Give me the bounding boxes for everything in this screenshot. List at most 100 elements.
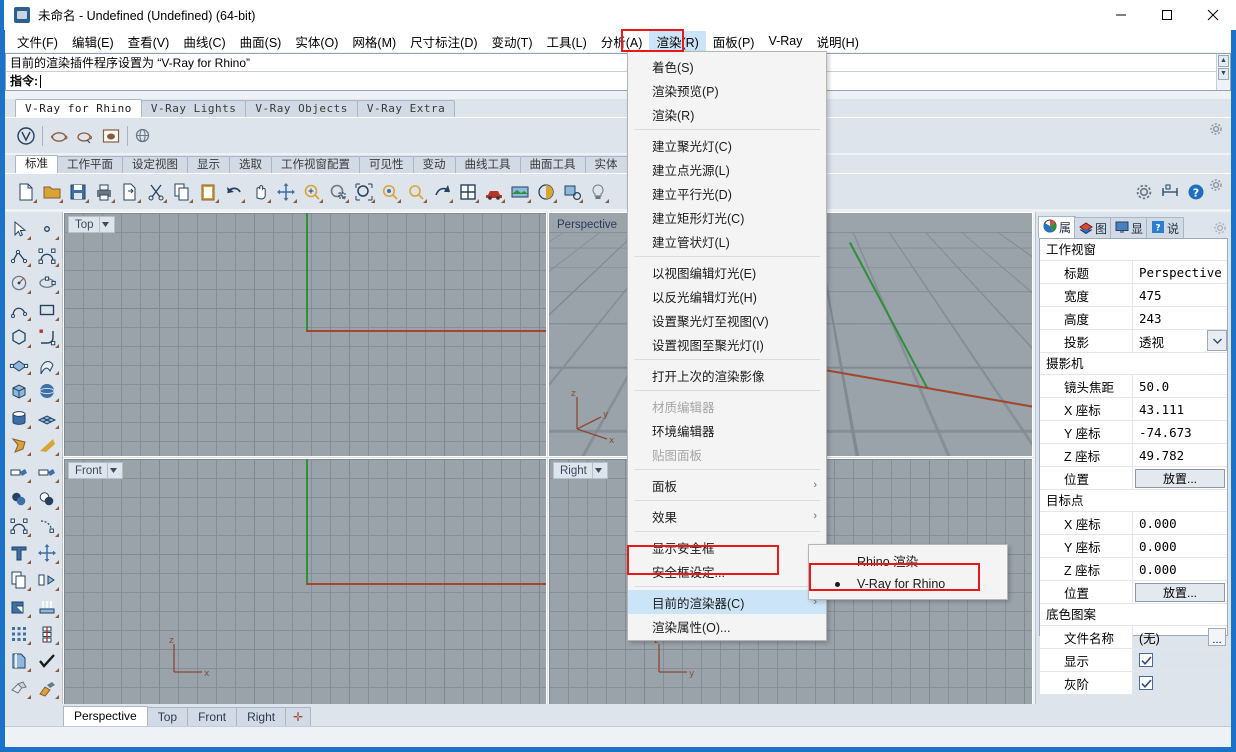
render-menu-item-10[interactable]: 以视图编辑灯光(E)	[628, 260, 826, 284]
toolbar-tab-6[interactable]: 可见性	[359, 156, 414, 173]
vray-toolbar-gear-icon[interactable]	[1209, 122, 1223, 136]
curve-from-object-icon[interactable]	[33, 512, 61, 539]
sphere-icon[interactable]	[33, 377, 61, 404]
minimize-icon[interactable]	[1098, 0, 1144, 30]
panel-row-value[interactable]: 透视	[1133, 330, 1227, 352]
cylinder-icon[interactable]	[5, 404, 33, 431]
toolbar-tab-10[interactable]: 实体	[585, 156, 628, 173]
render-menu-item-15[interactable]: 打开上次的渲染影像	[628, 363, 826, 387]
render-menu-item-6[interactable]: 建立平行光(D)	[628, 181, 826, 205]
render-car-icon[interactable]	[481, 179, 507, 205]
move-icon[interactable]	[273, 179, 299, 205]
open-file-icon[interactable]	[39, 179, 65, 205]
vray-render-icon[interactable]	[13, 123, 39, 149]
undo-icon[interactable]	[221, 179, 247, 205]
extrude-icon[interactable]	[33, 593, 61, 620]
boolean-union-icon[interactable]	[5, 485, 33, 512]
render-paint-icon[interactable]	[33, 674, 61, 701]
top-viewport[interactable]: Top y x	[63, 212, 547, 457]
menu-0[interactable]: 文件(F)	[10, 31, 65, 51]
toolbar-tab-8[interactable]: 曲线工具	[455, 156, 521, 173]
toolbar-tab-2[interactable]: 设定视图	[122, 156, 188, 173]
dimension-icon[interactable]	[1157, 179, 1183, 205]
command-scrollbar[interactable]: ▲ ▼	[1216, 54, 1230, 90]
viewport-tab-0[interactable]: Perspective	[63, 706, 148, 726]
panel-row-value[interactable]: 243	[1133, 307, 1227, 329]
renderer-submenu-item-0[interactable]: Rhino 渲染	[809, 548, 1007, 572]
right-panel-tab-0[interactable]: 属	[1038, 216, 1076, 238]
toolbar-tab-3[interactable]: V-Ray Extra	[357, 100, 455, 117]
render-menu-item-11[interactable]: 以反光编辑灯光(H)	[628, 284, 826, 308]
menu-1[interactable]: 编辑(E)	[65, 31, 121, 51]
checkbox[interactable]	[1139, 676, 1153, 690]
render-menu-item-12[interactable]: 设置聚光灯至视图(V)	[628, 308, 826, 332]
layer-icon[interactable]	[5, 647, 33, 674]
panel-row-value[interactable]: 43.111	[1133, 398, 1227, 420]
render-menu-item-29[interactable]: 渲染属性(O)...	[628, 614, 826, 638]
right-panel-tab-2[interactable]: 显	[1110, 217, 1148, 238]
panel-row-value[interactable]: 49.782	[1133, 444, 1227, 466]
toolbar-tab-5[interactable]: 工作视窗配置	[271, 156, 360, 173]
maximize-icon[interactable]	[1144, 0, 1190, 30]
check-icon[interactable]	[33, 647, 61, 674]
viewport-tab-1[interactable]: Top	[147, 707, 188, 726]
chevron-down-icon[interactable]	[107, 463, 120, 478]
options-gear-icon[interactable]	[1131, 179, 1157, 205]
toolbar-tab-0[interactable]: V-Ray for Rhino	[15, 99, 142, 117]
add-viewport-tab[interactable]: ✛	[285, 707, 311, 726]
render-menu-item-13[interactable]: 设置视图至聚光灯(I)	[628, 332, 826, 356]
save-file-icon[interactable]	[65, 179, 91, 205]
panel-row-value[interactable]: 475	[1133, 284, 1227, 306]
scale-icon[interactable]	[5, 593, 33, 620]
menu-5[interactable]: 实体(O)	[288, 31, 345, 51]
copy-object-icon[interactable]	[5, 566, 33, 593]
render-menu-item-26[interactable]: 安全框设定...	[628, 559, 826, 583]
trim-icon[interactable]	[5, 458, 33, 485]
main-toolbar-gear-icon[interactable]	[1209, 178, 1223, 192]
close-icon[interactable]	[1190, 0, 1236, 30]
right-panel-tab-3[interactable]: ?说	[1146, 217, 1184, 238]
help-icon[interactable]: ?	[1183, 179, 1209, 205]
menu-7[interactable]: 尺寸标注(D)	[403, 31, 484, 51]
toolbar-tab-9[interactable]: 曲面工具	[520, 156, 586, 173]
front-viewport-label[interactable]: Front	[68, 462, 123, 479]
panel-row-value[interactable]: Perspective	[1133, 261, 1227, 283]
panel-row-value[interactable]: (无)...	[1133, 626, 1227, 648]
toolbar-tab-2[interactable]: V-Ray Objects	[245, 100, 358, 117]
mesh-icon[interactable]	[33, 404, 61, 431]
boolean-diff-icon[interactable]	[33, 485, 61, 512]
select-arrow-icon[interactable]	[5, 215, 33, 242]
zoom-extents-icon[interactable]	[403, 179, 429, 205]
render-preview-icon[interactable]	[507, 179, 533, 205]
menu-12[interactable]: 面板(P)	[706, 31, 762, 51]
chevron-down-icon[interactable]	[99, 217, 112, 232]
polyline-icon[interactable]	[5, 242, 33, 269]
render-menu-item-2[interactable]: 渲染(R)	[628, 102, 826, 126]
scroll-up-arrow[interactable]: ▲	[1218, 55, 1229, 67]
render-menu-item-1[interactable]: 渲染预览(P)	[628, 78, 826, 102]
render-menu-item-23[interactable]: 效果›	[628, 504, 826, 528]
surface-sweep-icon[interactable]	[33, 350, 61, 377]
render-menu-item-21[interactable]: 面板›	[628, 473, 826, 497]
zoom-out-icon[interactable]	[325, 179, 351, 205]
curve-icon[interactable]	[33, 242, 61, 269]
light-bulb-icon[interactable]	[585, 179, 611, 205]
render-menu-item-18[interactable]: 环境编辑器	[628, 418, 826, 442]
menu-9[interactable]: 工具(L)	[539, 31, 593, 51]
zoom-in-icon[interactable]	[299, 179, 325, 205]
vray-teapot-icon[interactable]	[46, 123, 72, 149]
zoom-window-icon[interactable]	[351, 179, 377, 205]
toolbar-tab-0[interactable]: 标准	[15, 155, 58, 173]
ellipse-icon[interactable]	[33, 269, 61, 296]
array-linear-icon[interactable]	[33, 620, 61, 647]
menu-2[interactable]: 查看(V)	[121, 31, 177, 51]
panel-row-value[interactable]: 50.0	[1133, 375, 1227, 397]
vray-teapot-interactive-icon[interactable]	[72, 123, 98, 149]
scroll-down-arrow[interactable]: ▼	[1218, 68, 1229, 80]
place-button[interactable]: 放置...	[1135, 583, 1225, 602]
toolbar-tab-1[interactable]: 工作平面	[57, 156, 123, 173]
viewport-tab-2[interactable]: Front	[187, 707, 237, 726]
menu-11[interactable]: 渲染(R)	[649, 31, 705, 51]
panel-row-value[interactable]: -74.673	[1133, 421, 1227, 443]
rectangle-icon[interactable]	[33, 296, 61, 323]
